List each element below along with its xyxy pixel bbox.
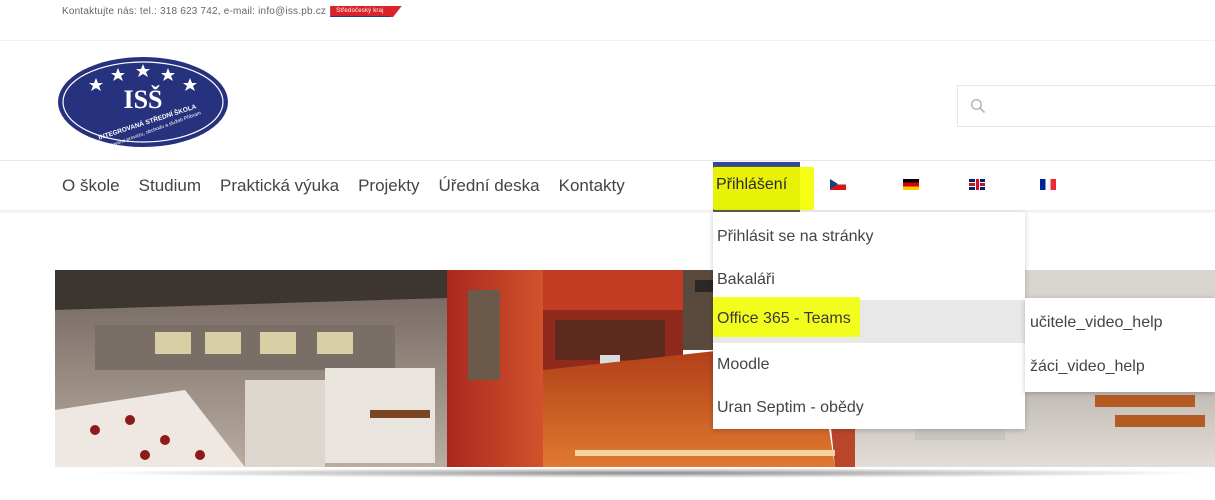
nav-item-studium[interactable]: Studium — [139, 176, 201, 196]
nav-top-divider — [0, 160, 1215, 161]
uk-flag-icon[interactable] — [969, 179, 985, 190]
nav-bottom-divider — [0, 210, 1215, 214]
nav-item-prihlaseni-label[interactable]: Přihlášení — [716, 176, 787, 194]
header-divider — [0, 40, 1215, 41]
submenu-item-zaci-video-help[interactable]: žáci_video_help — [1025, 344, 1215, 390]
school-logo[interactable]: ISŠ INTEGROVANÁ STŘEDNÍ ŠKOLA hotelového… — [56, 56, 230, 148]
nav-item-uredni-deska[interactable]: Úřední deska — [438, 176, 539, 196]
dropdown-item-prihlasit[interactable]: Přihlásit se na stránky — [713, 215, 1025, 258]
nav-item-kontakty[interactable]: Kontakty — [559, 176, 625, 196]
czech-flag-icon[interactable] — [830, 179, 846, 190]
main-nav: O škole Studium Praktická výuka Projekty… — [62, 162, 625, 210]
contact-bar: Kontaktujte nás: tel.: 318 623 742, e-ma… — [62, 6, 402, 17]
logo-abbr: ISŠ — [123, 85, 162, 114]
nav-item-o-skole[interactable]: O škole — [62, 176, 120, 196]
banner-shadow — [80, 468, 1215, 478]
search-icon[interactable] — [970, 98, 986, 114]
nav-item-prakticka-vyuka[interactable]: Praktická výuka — [220, 176, 339, 196]
french-flag-icon[interactable] — [1040, 179, 1056, 190]
region-badge[interactable]: Středočeský kraj — [330, 6, 402, 17]
search-box — [957, 85, 1215, 127]
submenu-item-ucitele-video-help[interactable]: učitele_video_help — [1025, 300, 1215, 346]
dropdown-item-office365-label[interactable]: Office 365 - Teams — [717, 310, 851, 328]
dropdown-item-moodle[interactable]: Moodle — [713, 343, 1025, 386]
office365-submenu: učitele_video_help žáci_video_help — [1025, 298, 1215, 392]
contact-text: Kontaktujte nás: tel.: 318 623 742, e-ma… — [62, 6, 327, 17]
german-flag-icon[interactable] — [903, 179, 919, 190]
dropdown-item-uran-septim[interactable]: Uran Septim - obědy — [713, 386, 1025, 429]
nav-item-projekty[interactable]: Projekty — [358, 176, 419, 196]
dropdown-item-bakalari[interactable]: Bakaláři — [713, 258, 1025, 301]
search-input[interactable] — [958, 86, 1215, 126]
